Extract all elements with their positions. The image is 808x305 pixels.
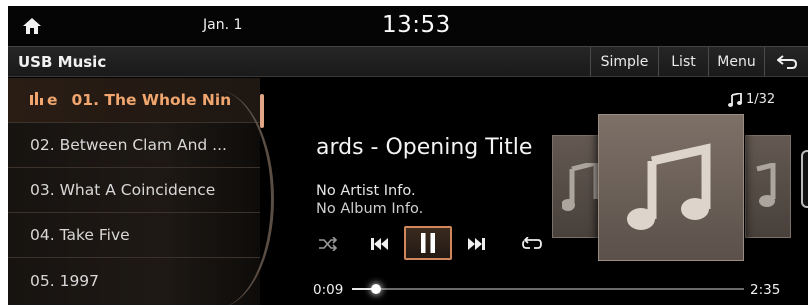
back-button[interactable] (764, 47, 808, 76)
simple-button[interactable]: Simple (590, 47, 658, 76)
play-pause-button[interactable] (404, 226, 452, 260)
list-button[interactable]: List (658, 47, 708, 76)
progress-bar[interactable] (352, 284, 744, 294)
total-time: 2:35 (750, 282, 781, 298)
equalizer-icon (30, 91, 43, 109)
side-panel-handle[interactable] (801, 150, 808, 208)
next-track-button[interactable] (464, 231, 488, 257)
page-title: USB Music (18, 53, 107, 71)
shuffle-button[interactable] (316, 233, 340, 255)
screen: Jan. 1 13:53 USB Music Simple List Menu … (8, 6, 808, 305)
status-bar: Jan. 1 13:53 (8, 6, 808, 46)
track-counter: 1/32 (728, 92, 775, 107)
date-label: Jan. 1 (203, 17, 243, 33)
music-note-icon (728, 92, 742, 107)
header-bar: USB Music Simple List Menu (8, 46, 808, 77)
shuffle-icon (319, 237, 338, 251)
progress-knob[interactable] (370, 284, 381, 294)
track-title: ards - Opening Title (316, 135, 533, 160)
repeat-button[interactable] (520, 233, 544, 255)
previous-track-icon (371, 238, 388, 250)
list-item-label: 05. 1997 (30, 271, 100, 290)
artist-label: No Artist Info. (316, 183, 416, 199)
album-label: No Album Info. (316, 201, 424, 217)
back-arrow-icon (776, 54, 797, 69)
active-prefix: e (47, 91, 58, 109)
music-note-icon (627, 142, 711, 230)
pause-icon (421, 233, 435, 253)
music-note-icon (562, 162, 598, 211)
repeat-icon (522, 237, 542, 249)
music-note-icon (756, 162, 776, 207)
previous-track-button[interactable] (368, 231, 392, 257)
clock: 13:53 (382, 12, 451, 38)
album-cover[interactable] (598, 114, 744, 261)
scrollbar-thumb[interactable] (260, 94, 264, 128)
next-track-icon (468, 238, 485, 250)
track-counter-text: 1/32 (746, 92, 776, 107)
elapsed-time: 0:09 (313, 282, 344, 298)
menu-button[interactable]: Menu (708, 47, 764, 76)
list-item-label: 04. Take Five (30, 226, 130, 244)
home-icon[interactable] (22, 17, 42, 35)
next-album-cover[interactable] (745, 135, 791, 238)
